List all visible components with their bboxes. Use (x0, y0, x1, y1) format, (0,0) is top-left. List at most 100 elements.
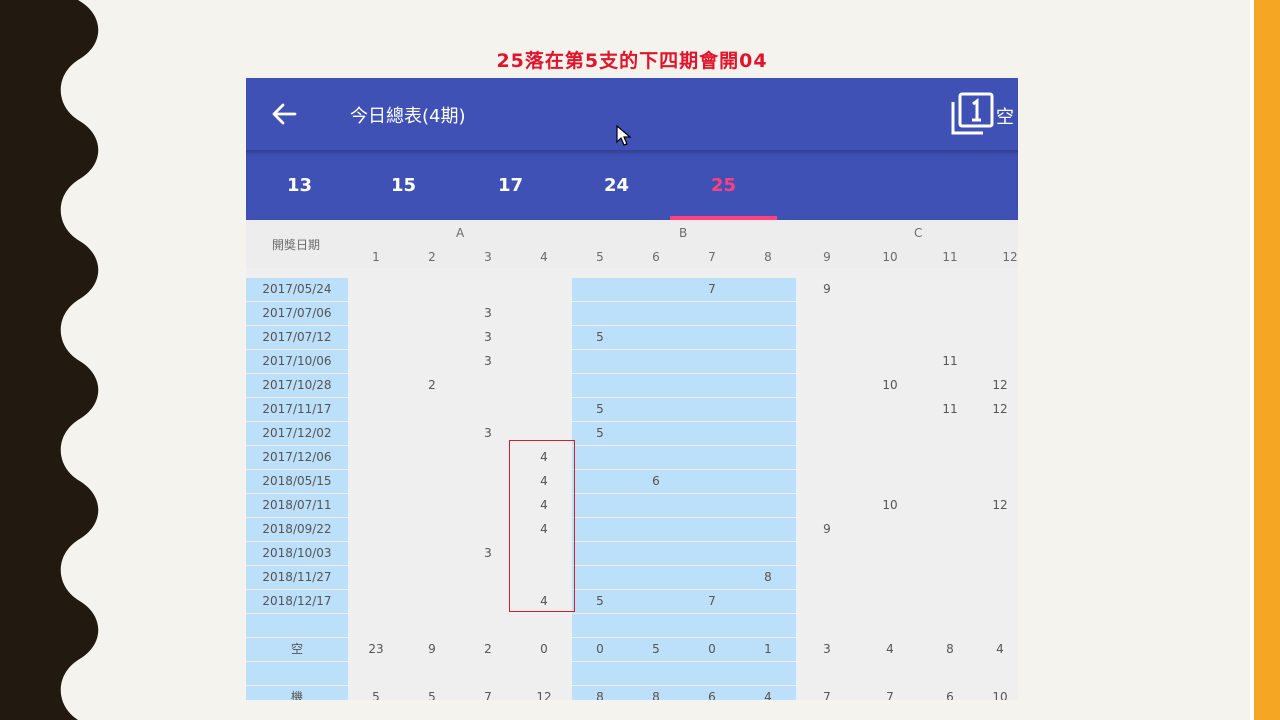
number-cell (348, 350, 404, 373)
number-cell: 8 (740, 566, 797, 589)
number-cell: 4 (740, 686, 797, 700)
app-screenshot: 今日總表(4期) 空 13 15 17 24 25 開獎日期 A B C 123… (246, 78, 1018, 700)
number-cell (684, 302, 741, 325)
number-cell (628, 302, 685, 325)
number-cell (628, 422, 685, 445)
number-cell (740, 470, 797, 493)
tab-13[interactable]: 13 (246, 150, 353, 220)
number-cell (740, 422, 797, 445)
number-cell (572, 566, 629, 589)
number-cell (572, 470, 629, 493)
tab-24[interactable]: 24 (563, 150, 670, 220)
number-cell (740, 350, 797, 373)
number-cell: 5 (572, 590, 629, 613)
number-cell (460, 590, 516, 613)
toolbar-action-label[interactable]: 空 (996, 103, 1014, 129)
number-cell (982, 590, 1018, 613)
date-cell: 2017/07/06 (246, 302, 348, 325)
number-cell (628, 566, 685, 589)
number-cell (982, 542, 1018, 565)
number-cell: 11 (942, 354, 958, 368)
column-header: 3 (484, 250, 492, 264)
number-cell (404, 614, 460, 637)
number-cell (922, 614, 978, 637)
number-cell (460, 398, 516, 421)
number-cell (628, 542, 685, 565)
number-cell (799, 590, 855, 613)
number-cell (862, 614, 918, 637)
table-row: 空 23 9 2 0 0 5 0 1 3 4 8 4 (246, 638, 1018, 662)
number-cell: 5 (572, 398, 629, 421)
draw-history-table: 2017/05/24 7 9 2017/07/06 3 2017/07/12 3 5 2017/… (246, 268, 1018, 700)
number-cell (628, 398, 685, 421)
number-cell (572, 350, 629, 373)
tab-17[interactable]: 17 (457, 150, 564, 220)
number-cell: 12 (992, 378, 1008, 392)
number-cell (982, 350, 1018, 373)
number-cell: 6 (684, 686, 741, 700)
number-cell (982, 302, 1018, 325)
number-cell: 7 (484, 690, 492, 700)
number-cell (684, 422, 741, 445)
number-cell (922, 518, 978, 541)
column-header: 6 (652, 250, 660, 264)
arrow-left-icon[interactable] (270, 100, 298, 128)
table-row (246, 614, 1018, 638)
number-cell: 3 (484, 426, 492, 440)
table-row: 2017/07/06 3 (246, 302, 1018, 326)
tab-25[interactable]: 25 (670, 150, 777, 220)
number-tabs: 13 15 17 24 25 (246, 150, 1018, 220)
number-cell: 3 (484, 546, 492, 560)
number-cell (740, 446, 797, 469)
number-cell (516, 398, 572, 421)
number-cell (922, 590, 978, 613)
highlight-box (509, 440, 575, 612)
number-cell (684, 350, 741, 373)
number-cell (862, 278, 918, 301)
number-cell (740, 518, 797, 541)
table-row: 機 5 5 7 12 8 8 6 4 7 7 6 10 (246, 686, 1018, 700)
number-cell (982, 566, 1018, 589)
tab-15[interactable]: 15 (350, 150, 457, 220)
table-row: 2018/05/15 4 6 (246, 470, 1018, 494)
number-cell (404, 326, 460, 349)
number-cell: 3 (484, 330, 492, 344)
number-cell (862, 326, 918, 349)
number-cell (404, 566, 460, 589)
number-cell (799, 326, 855, 349)
number-cell (516, 326, 572, 349)
table-row: 2018/10/03 3 (246, 542, 1018, 566)
number-cell (799, 302, 855, 325)
date-cell: 2017/05/24 (246, 278, 348, 301)
number-cell (348, 374, 404, 397)
number-cell (460, 494, 516, 517)
number-cell (740, 590, 797, 613)
date-cell: 空 (246, 638, 348, 661)
number-cell (740, 398, 797, 421)
number-cell (922, 446, 978, 469)
date-column-header: 開獎日期 (271, 238, 320, 252)
number-cell (799, 374, 855, 397)
number-cell (460, 446, 516, 469)
number-cell (799, 566, 855, 589)
date-cell: 2018/05/15 (246, 470, 348, 493)
number-cell (460, 614, 516, 637)
number-cell: 9 (823, 282, 831, 296)
number-cell (799, 614, 855, 637)
number-cell: 5 (572, 326, 629, 349)
date-cell: 2017/10/06 (246, 350, 348, 373)
number-cell: 0 (684, 638, 741, 661)
number-cell (628, 278, 685, 301)
number-cell: 3 (484, 306, 492, 320)
number-cell: 8 (946, 642, 954, 656)
table-row: 2017/11/17 5 11 12 (246, 398, 1018, 422)
date-cell: 2018/10/03 (246, 542, 348, 565)
number-cell (572, 494, 629, 517)
number-cell (572, 662, 629, 685)
table-row: 2017/10/28 2 10 12 (246, 374, 1018, 398)
number-cell (862, 422, 918, 445)
number-cell: 12 (992, 498, 1008, 512)
number-cell (404, 662, 460, 685)
number-cell (572, 614, 629, 637)
filter-1-icon[interactable] (950, 92, 994, 136)
